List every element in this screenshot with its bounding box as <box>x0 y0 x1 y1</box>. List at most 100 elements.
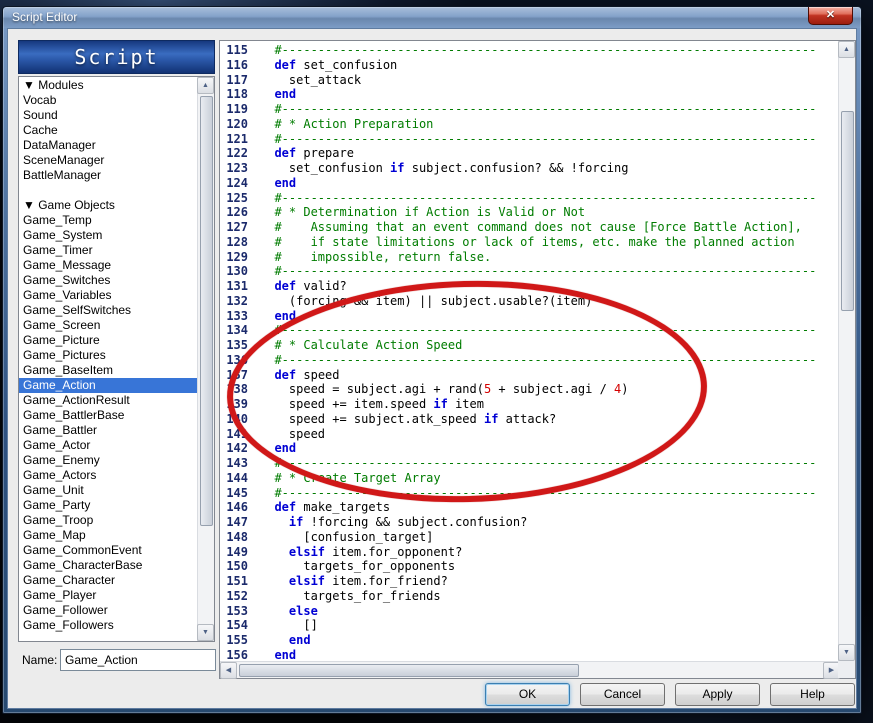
script-list-item[interactable]: Game_Party <box>19 498 197 513</box>
scroll-down-icon[interactable]: ▼ <box>838 644 855 661</box>
editor-hscrollbar-thumb[interactable] <box>239 664 579 677</box>
code-line: 138 speed = subject.agi + rand(5 + subje… <box>220 382 838 397</box>
line-number: 147 <box>226 515 248 529</box>
line-number: 117 <box>226 72 248 87</box>
script-list-item[interactable]: Game_Character <box>19 573 197 588</box>
line-number: 150 <box>226 559 248 574</box>
script-list-item[interactable]: Game_Enemy <box>19 453 197 468</box>
script-list-item[interactable]: Game_Unit <box>19 483 197 498</box>
list-scrollbar-thumb[interactable] <box>200 96 213 526</box>
scrollbar-corner <box>838 661 855 678</box>
editor-vscrollbar[interactable]: ▲ ▼ <box>838 41 855 661</box>
script-list-item[interactable]: Game_System <box>19 228 197 243</box>
code-line: 129 # impossible, return false. <box>220 250 838 265</box>
line-number: 153 <box>226 603 248 618</box>
script-list-item[interactable]: Vocab <box>19 93 197 108</box>
line-number: 120 <box>226 116 248 131</box>
name-input[interactable] <box>60 649 216 671</box>
code-text: speed += item.speed if item <box>260 397 484 411</box>
script-list-item[interactable]: Game_Variables <box>19 288 197 303</box>
script-list-item[interactable]: Game_Troop <box>19 513 197 528</box>
line-number: 124 <box>226 175 248 190</box>
script-list-item[interactable]: Game_Message <box>19 258 197 273</box>
scroll-left-icon[interactable]: ◀ <box>220 662 237 679</box>
script-list-item[interactable]: Game_Player <box>19 588 197 603</box>
code-text: #---------------------------------------… <box>260 190 817 205</box>
script-list-item[interactable]: Game_Followers <box>19 618 197 633</box>
titlebar[interactable]: Script Editor ✕ <box>3 7 861 28</box>
script-list-item[interactable]: Game_Screen <box>19 318 197 333</box>
line-number: 140 <box>226 411 248 426</box>
script-list-item[interactable]: Game_BattlerBase <box>19 408 197 423</box>
code-text: # impossible, return false. <box>260 249 492 264</box>
line-number: 141 <box>226 426 248 441</box>
script-list-item[interactable]: Game_Timer <box>19 243 197 258</box>
code-line: 120 # * Action Preparation <box>220 117 838 132</box>
apply-button[interactable]: Apply <box>675 683 760 706</box>
code-text: elsif item.for_opponent? <box>288 544 463 559</box>
scroll-up-icon[interactable]: ▲ <box>197 77 214 94</box>
code-line: 154 [] <box>220 618 838 633</box>
line-number: 127 <box>226 220 248 234</box>
script-list-item[interactable]: BattleManager <box>19 168 197 183</box>
script-list-item[interactable]: Game_Picture <box>19 333 197 348</box>
script-list-item[interactable]: Game_Pictures <box>19 348 197 363</box>
code-text: elsif item.for_friend? <box>288 574 448 588</box>
script-list-item[interactable]: Sound <box>19 108 197 123</box>
cancel-button[interactable]: Cancel <box>580 683 665 706</box>
editor-vscrollbar-thumb[interactable] <box>841 111 854 311</box>
code-text: if !forcing && subject.confusion? <box>288 515 528 529</box>
code-line: 131 def valid? <box>220 279 838 294</box>
line-number: 121 <box>226 131 248 146</box>
close-icon: ✕ <box>825 9 836 21</box>
script-list-item[interactable]: Game_Battler <box>19 423 197 438</box>
scroll-down-icon[interactable]: ▼ <box>197 624 214 641</box>
script-list-item[interactable]: Game_Actor <box>19 438 197 453</box>
code-text: def prepare <box>274 146 354 161</box>
script-list-item[interactable]: Game_Action <box>19 378 197 393</box>
script-list-item[interactable]: Game_Temp <box>19 213 197 228</box>
script-list-item[interactable]: Game_Map <box>19 528 197 543</box>
code-line: 137 def speed <box>220 368 838 383</box>
line-number: 155 <box>226 633 248 647</box>
script-list-item[interactable]: Game_Switches <box>19 273 197 288</box>
scroll-up-icon[interactable]: ▲ <box>838 41 855 58</box>
script-list-item[interactable]: Game_SelfSwitches <box>19 303 197 318</box>
script-group-row[interactable]: ▼ Game Objects <box>19 198 197 213</box>
script-list-item[interactable]: Game_CharacterBase <box>19 558 197 573</box>
code-line: 121 #-----------------------------------… <box>220 132 838 147</box>
script-list-item[interactable]: Game_Actors <box>19 468 197 483</box>
code-text: # Assuming that an event command does no… <box>260 220 802 234</box>
code-text: #---------------------------------------… <box>260 131 817 146</box>
code-line: 155 end <box>220 633 838 648</box>
ok-button[interactable]: OK <box>485 683 570 706</box>
script-list-item[interactable]: Cache <box>19 123 197 138</box>
script-list-item[interactable]: Game_BaseItem <box>19 363 197 378</box>
line-number: 136 <box>226 352 248 367</box>
line-number: 129 <box>226 249 248 264</box>
line-number: 126 <box>226 205 248 220</box>
script-listbox[interactable]: ▼ Modules Vocab Sound Cache DataManager Scene… <box>18 76 215 642</box>
close-button[interactable]: ✕ <box>808 7 853 25</box>
code-line: 132 (forcing && item) || subject.usable?… <box>220 294 838 309</box>
code-line: 122 def prepare <box>220 146 838 161</box>
script-group-row[interactable]: ▼ Modules <box>19 78 197 93</box>
script-list-item[interactable]: Game_ActionResult <box>19 393 197 408</box>
code-text: end <box>274 308 297 323</box>
script-list: ▼ Modules Vocab Sound Cache DataManager Scene… <box>19 78 197 641</box>
editor-hscrollbar[interactable]: ◀ ▶ <box>220 661 840 679</box>
script-list-item[interactable]: Game_CommonEvent <box>19 543 197 558</box>
name-label: Name: <box>22 653 58 667</box>
code-lines[interactable]: 115 #-----------------------------------… <box>220 41 838 661</box>
code-text: def set_confusion <box>274 57 398 72</box>
code-line: 119 #-----------------------------------… <box>220 102 838 117</box>
line-number: 139 <box>226 397 248 411</box>
script-list-item[interactable] <box>19 183 197 198</box>
help-button[interactable]: Help <box>770 683 855 706</box>
script-list-item[interactable]: DataManager <box>19 138 197 153</box>
code-line: 156 end <box>220 648 838 661</box>
script-list-item[interactable]: SceneManager <box>19 153 197 168</box>
list-scrollbar[interactable]: ▲ ▼ <box>197 77 214 641</box>
line-number: 135 <box>226 338 248 352</box>
script-list-item[interactable]: Game_Follower <box>19 603 197 618</box>
